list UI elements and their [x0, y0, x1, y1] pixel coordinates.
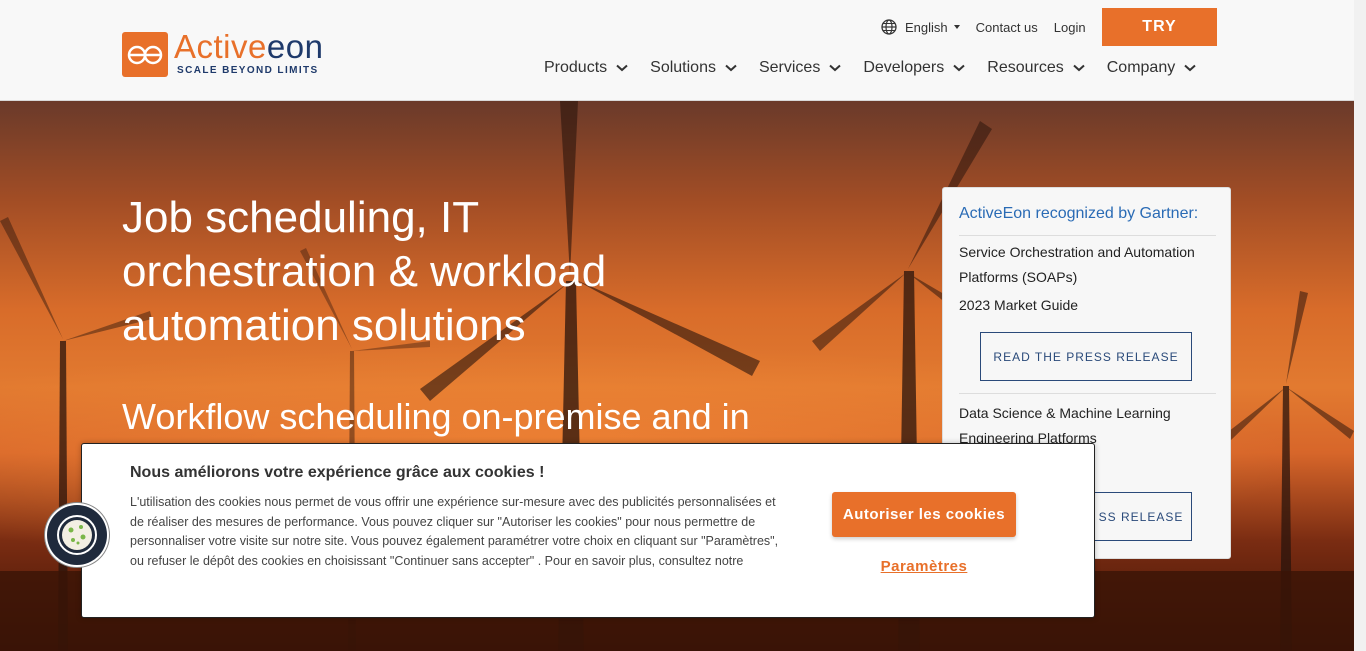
nav-label: Solutions — [650, 59, 716, 76]
activeeon-logo[interactable]: Activeeon SCALE BEYOND LIMITS — [122, 28, 332, 78]
nav-item-products[interactable]: Products — [544, 58, 628, 78]
top-utility-bar: English Contact us Login — [881, 18, 1086, 36]
try-button[interactable]: TRY — [1102, 8, 1217, 46]
logo-tagline: SCALE BEYOND LIMITS — [177, 65, 319, 76]
nav-label: Services — [758, 59, 821, 76]
cookie-title: Nous améliorons votre expérience grâce a… — [130, 464, 545, 481]
nav-item-company[interactable]: Company — [1107, 58, 1196, 78]
language-label: English — [905, 19, 948, 35]
caret-down-icon — [953, 25, 960, 29]
cookie-text: L'utilisation des cookies nous permet de… — [130, 495, 779, 568]
site-header: Activeeon SCALE BEYOND LIMITS English Co… — [0, 0, 1354, 101]
chevron-down-icon — [1184, 64, 1196, 72]
panel-text-market-guide: 2023 Market Guide — [959, 297, 1079, 313]
logo-mark-icon — [122, 32, 168, 77]
contact-us-link[interactable]: Contact us — [976, 20, 1038, 35]
main-nav: Products Solutions Services Developers R… — [544, 58, 1196, 78]
hero-title: Job scheduling, IT orchestration & workl… — [122, 193, 607, 350]
nav-label: Company — [1106, 59, 1176, 76]
nav-label: Developers — [863, 59, 945, 76]
button-label: SS RELEASE — [1098, 509, 1184, 524]
chevron-down-icon — [1073, 64, 1085, 72]
chevron-down-icon — [616, 64, 628, 72]
divider — [959, 393, 1216, 394]
cookie-icon[interactable] — [47, 505, 107, 565]
chevron-down-icon — [725, 64, 737, 72]
divider — [959, 235, 1216, 236]
read-press-release-button[interactable]: READ THE PRESS RELEASE — [980, 332, 1192, 381]
nav-item-services[interactable]: Services — [759, 58, 841, 78]
panel-title: ActiveEon recognized by Gartner: — [959, 205, 1199, 222]
accept-cookies-button[interactable]: Autoriser les cookies — [832, 492, 1016, 537]
login-link[interactable]: Login — [1054, 20, 1086, 35]
logo-wordmark: Activeeon — [174, 28, 324, 65]
nav-label: Products — [544, 59, 608, 76]
panel-text-soaps: Service Orchestration and Automation Pla… — [959, 244, 1195, 285]
hero-subtitle: Workflow scheduling on-premise and in — [122, 396, 750, 437]
globe-icon — [881, 19, 897, 35]
chevron-down-icon — [953, 64, 965, 72]
page-scrollbar[interactable] — [1354, 0, 1366, 651]
nav-item-solutions[interactable]: Solutions — [650, 58, 737, 78]
cookie-settings-link[interactable]: Paramètres — [832, 558, 1016, 575]
cookie-consent-banner: Nous améliorons votre expérience grâce a… — [81, 443, 1095, 618]
panel-text-guide-partial: de — [1074, 454, 1334, 479]
language-selector[interactable]: English — [881, 19, 960, 35]
nav-item-resources[interactable]: Resources — [987, 58, 1085, 78]
nav-item-developers[interactable]: Developers — [863, 58, 965, 78]
chevron-down-icon — [829, 64, 841, 72]
nav-label: Resources — [987, 59, 1064, 76]
